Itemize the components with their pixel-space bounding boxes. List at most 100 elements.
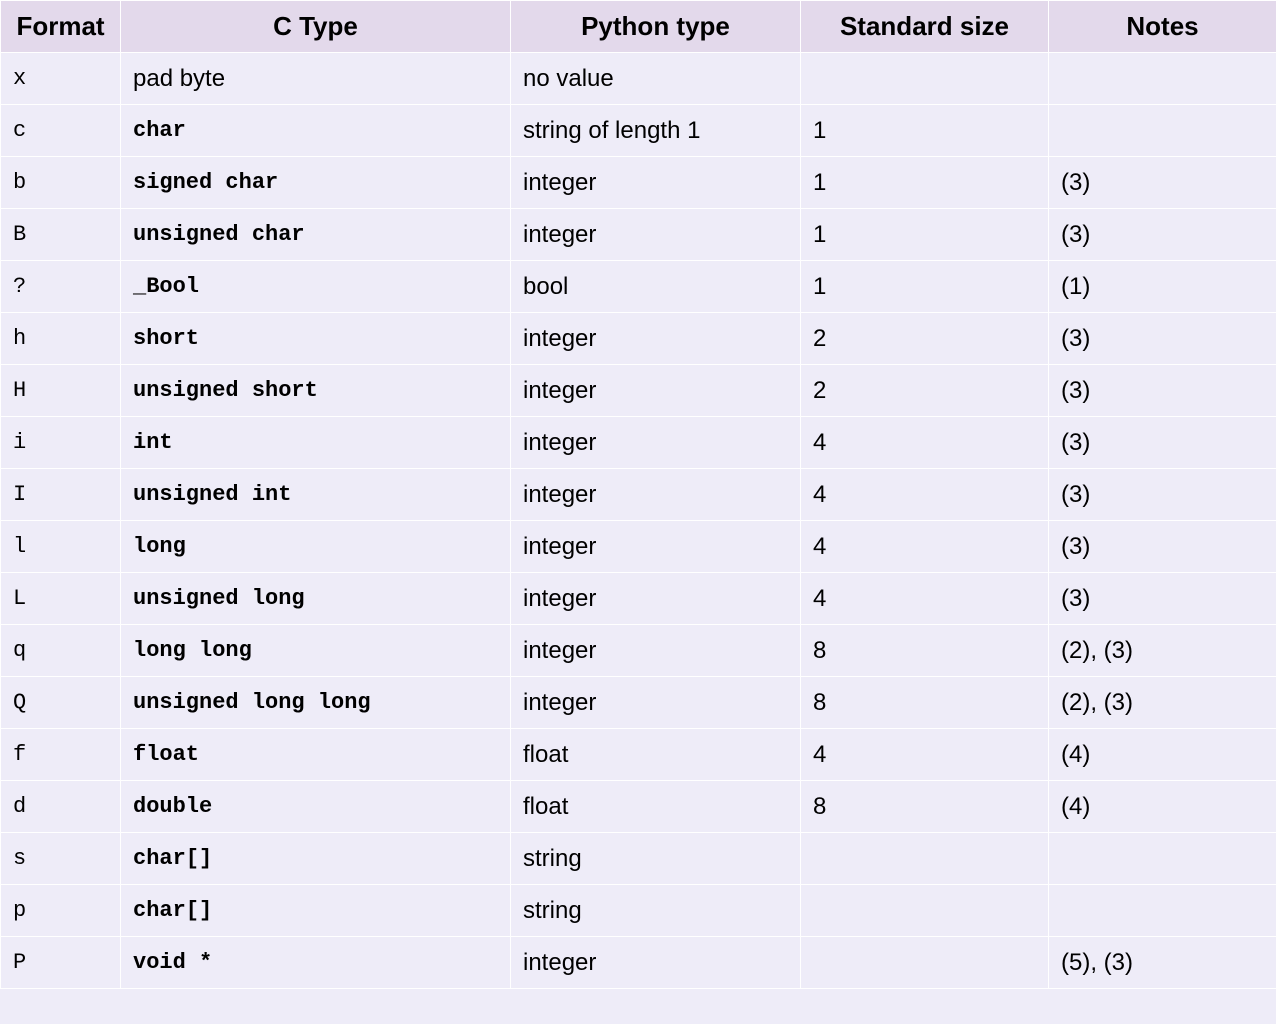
cell-ctype: float	[121, 729, 511, 781]
table-row: Iunsigned intinteger4(3)	[1, 469, 1276, 521]
cell-size: 8	[801, 625, 1049, 677]
table-row: schar[]string	[1, 833, 1276, 885]
cell-ctype: char	[121, 105, 511, 157]
cell-size: 8	[801, 677, 1049, 729]
table-header-row: Format C Type Python type Standard size …	[1, 1, 1276, 53]
table-row: ddoublefloat8(4)	[1, 781, 1276, 833]
cell-notes: (4)	[1049, 781, 1276, 833]
cell-size: 1	[801, 105, 1049, 157]
cell-ctype: unsigned long long	[121, 677, 511, 729]
cell-notes: (3)	[1049, 469, 1276, 521]
table-body: xpad byteno valueccharstring of length 1…	[1, 53, 1276, 989]
cell-format: B	[1, 209, 121, 261]
table-row: iintinteger4(3)	[1, 417, 1276, 469]
cell-format: x	[1, 53, 121, 105]
cell-ctype: double	[121, 781, 511, 833]
cell-size: 1	[801, 261, 1049, 313]
cell-notes: (3)	[1049, 209, 1276, 261]
cell-notes: (3)	[1049, 521, 1276, 573]
cell-format: ?	[1, 261, 121, 313]
cell-pytype: integer	[511, 573, 801, 625]
cell-size: 4	[801, 573, 1049, 625]
cell-size	[801, 53, 1049, 105]
table-row: ccharstring of length 11	[1, 105, 1276, 157]
cell-notes: (2), (3)	[1049, 677, 1276, 729]
table-row: pchar[]string	[1, 885, 1276, 937]
cell-notes	[1049, 105, 1276, 157]
cell-notes: (3)	[1049, 417, 1276, 469]
cell-notes: (5), (3)	[1049, 937, 1276, 989]
cell-size	[801, 937, 1049, 989]
col-ctype: C Type	[121, 1, 511, 53]
cell-notes: (3)	[1049, 573, 1276, 625]
cell-format: b	[1, 157, 121, 209]
cell-pytype: string	[511, 833, 801, 885]
cell-size: 4	[801, 729, 1049, 781]
cell-size: 1	[801, 209, 1049, 261]
cell-notes: (3)	[1049, 365, 1276, 417]
cell-format: f	[1, 729, 121, 781]
cell-pytype: string of length 1	[511, 105, 801, 157]
cell-notes: (2), (3)	[1049, 625, 1276, 677]
cell-pytype: integer	[511, 625, 801, 677]
cell-ctype: char[]	[121, 885, 511, 937]
cell-ctype: int	[121, 417, 511, 469]
table-row: Pvoid *integer (5), (3)	[1, 937, 1276, 989]
cell-notes: (3)	[1049, 157, 1276, 209]
cell-pytype: integer	[511, 313, 801, 365]
cell-ctype: unsigned long	[121, 573, 511, 625]
table-row: Hunsigned shortinteger2(3)	[1, 365, 1276, 417]
struct-format-table: Format C Type Python type Standard size …	[0, 0, 1276, 989]
cell-format: l	[1, 521, 121, 573]
cell-ctype: char[]	[121, 833, 511, 885]
cell-notes	[1049, 833, 1276, 885]
cell-pytype: float	[511, 729, 801, 781]
cell-format: s	[1, 833, 121, 885]
cell-notes: (1)	[1049, 261, 1276, 313]
col-pytype: Python type	[511, 1, 801, 53]
cell-format: L	[1, 573, 121, 625]
table-row: bsigned charinteger1(3)	[1, 157, 1276, 209]
cell-pytype: integer	[511, 677, 801, 729]
col-format: Format	[1, 1, 121, 53]
table-row: qlong longinteger8(2), (3)	[1, 625, 1276, 677]
cell-notes	[1049, 885, 1276, 937]
table-row: ?_Boolbool1(1)	[1, 261, 1276, 313]
cell-ctype: void *	[121, 937, 511, 989]
cell-pytype: integer	[511, 417, 801, 469]
cell-format: q	[1, 625, 121, 677]
cell-format: P	[1, 937, 121, 989]
cell-size: 1	[801, 157, 1049, 209]
cell-ctype: long long	[121, 625, 511, 677]
cell-format: I	[1, 469, 121, 521]
table-row: Bunsigned charinteger1(3)	[1, 209, 1276, 261]
cell-size: 4	[801, 417, 1049, 469]
cell-format: H	[1, 365, 121, 417]
col-size: Standard size	[801, 1, 1049, 53]
cell-format: d	[1, 781, 121, 833]
cell-format: Q	[1, 677, 121, 729]
cell-size: 2	[801, 313, 1049, 365]
cell-ctype: long	[121, 521, 511, 573]
cell-pytype: integer	[511, 937, 801, 989]
cell-pytype: integer	[511, 157, 801, 209]
col-notes: Notes	[1049, 1, 1276, 53]
cell-ctype: unsigned short	[121, 365, 511, 417]
cell-ctype: signed char	[121, 157, 511, 209]
table-row: hshortinteger2(3)	[1, 313, 1276, 365]
cell-ctype: unsigned int	[121, 469, 511, 521]
cell-pytype: string	[511, 885, 801, 937]
cell-size	[801, 833, 1049, 885]
cell-pytype: integer	[511, 469, 801, 521]
cell-pytype: integer	[511, 365, 801, 417]
table-row: xpad byteno value	[1, 53, 1276, 105]
table-row: ffloatfloat4(4)	[1, 729, 1276, 781]
cell-size: 4	[801, 521, 1049, 573]
table-row: Lunsigned longinteger4(3)	[1, 573, 1276, 625]
cell-size: 4	[801, 469, 1049, 521]
cell-notes	[1049, 53, 1276, 105]
cell-size	[801, 885, 1049, 937]
cell-size: 2	[801, 365, 1049, 417]
cell-ctype: _Bool	[121, 261, 511, 313]
cell-notes: (3)	[1049, 313, 1276, 365]
